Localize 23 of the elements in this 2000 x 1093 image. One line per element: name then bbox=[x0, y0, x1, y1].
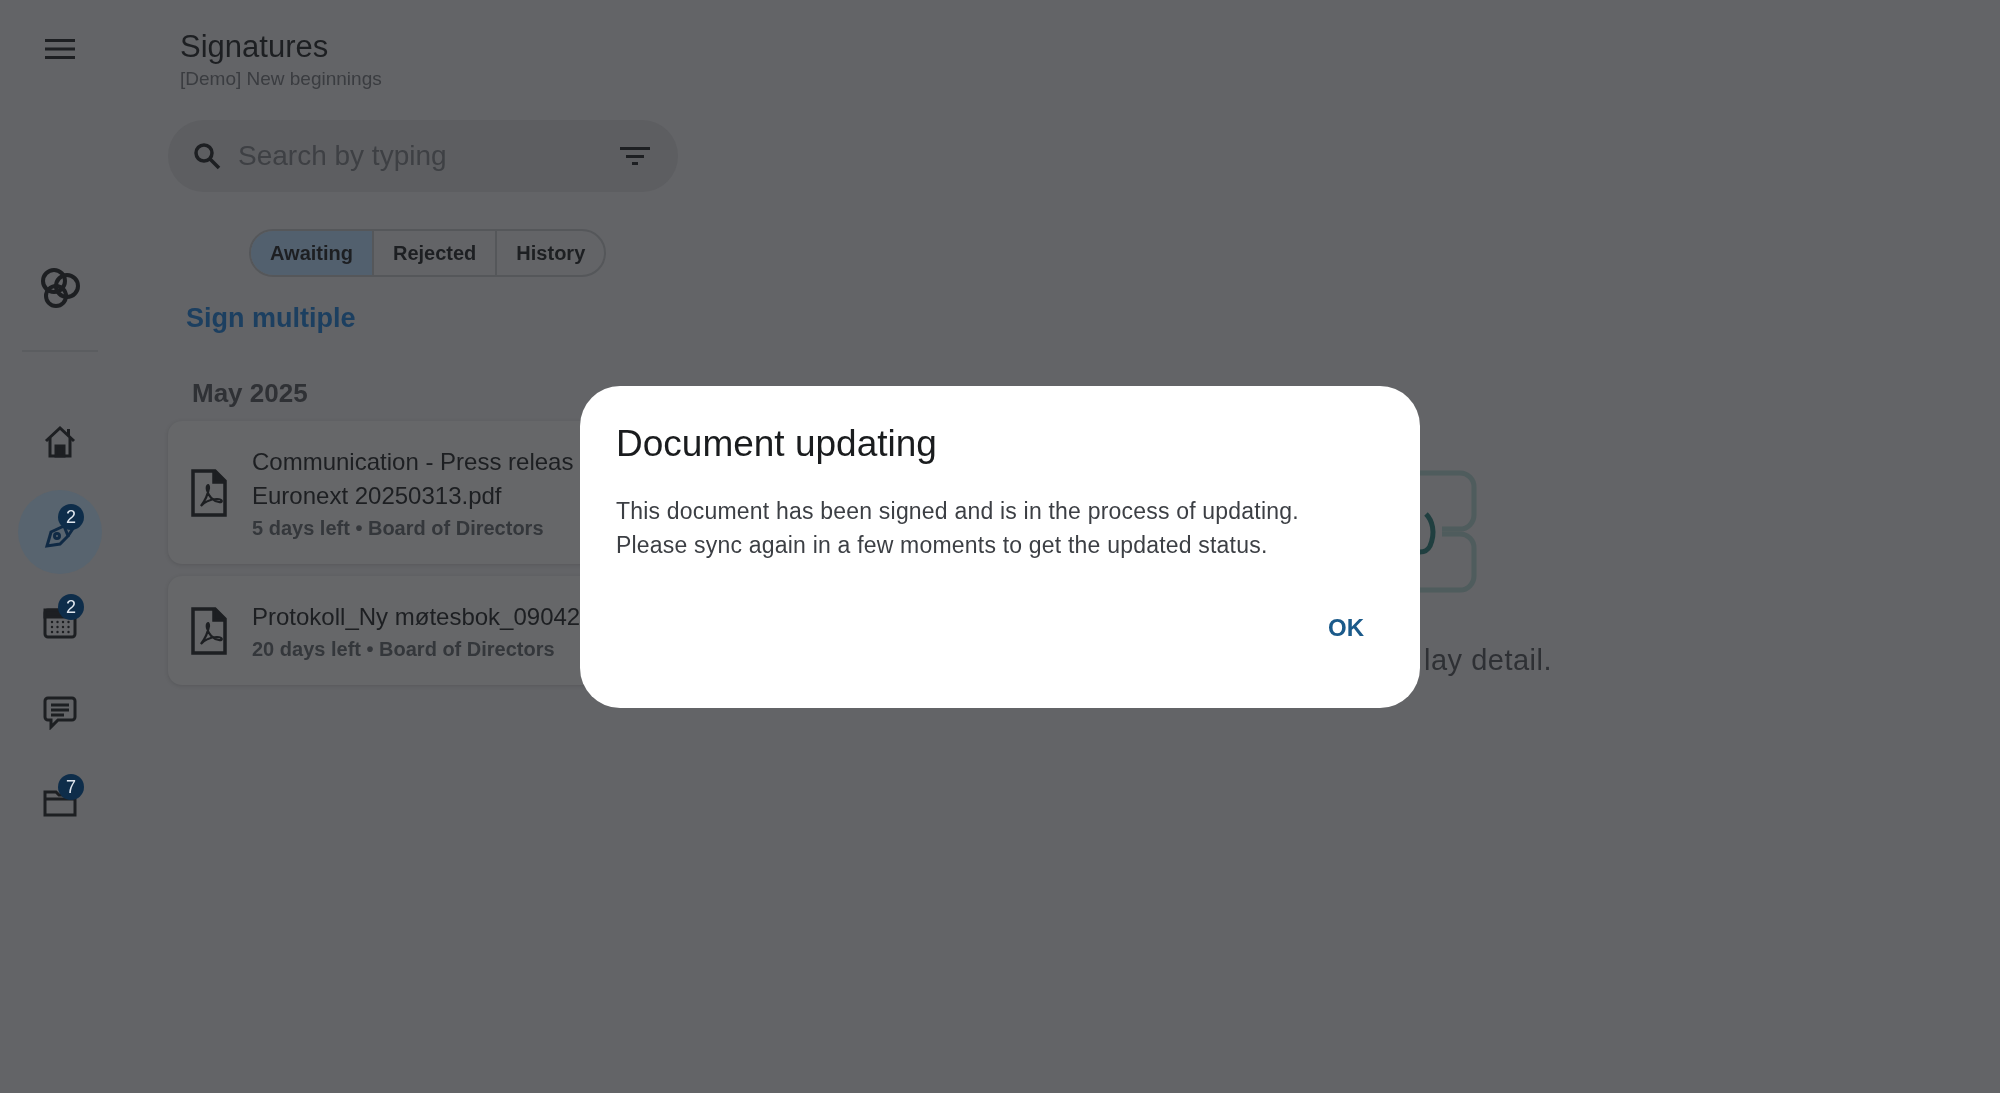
pdf-file-icon bbox=[190, 605, 228, 656]
document-title: Protokoll_Ny møtesbok_09042 bbox=[252, 602, 581, 632]
document-title: Communication - Press releas bbox=[252, 447, 574, 477]
pdf-file-icon bbox=[190, 467, 228, 518]
filter-tab[interactable]: Awaiting bbox=[251, 231, 372, 275]
search-icon bbox=[192, 141, 222, 171]
filter-tab[interactable]: History bbox=[495, 231, 605, 275]
count-badge: 7 bbox=[58, 774, 84, 800]
count-badge: 2 bbox=[58, 504, 84, 530]
home-icon bbox=[42, 424, 78, 460]
count-badge: 2 bbox=[58, 594, 84, 620]
knot-logo-icon bbox=[38, 266, 82, 310]
document-title: Euronext 20250313.pdf bbox=[252, 481, 503, 511]
page-title: Signatures bbox=[180, 28, 330, 66]
nav-item[interactable]: 7 bbox=[18, 760, 102, 844]
ok-button[interactable]: OK bbox=[1304, 604, 1388, 652]
filter-icon[interactable] bbox=[620, 146, 650, 166]
sign-multiple-link[interactable]: Sign multiple bbox=[186, 303, 356, 334]
nav-item[interactable]: 2 bbox=[18, 580, 102, 664]
menu-icon[interactable] bbox=[45, 38, 75, 60]
chat-icon bbox=[42, 694, 78, 730]
filter-tab[interactable]: Rejected bbox=[371, 231, 496, 275]
nav-item[interactable]: 2 bbox=[18, 490, 102, 574]
